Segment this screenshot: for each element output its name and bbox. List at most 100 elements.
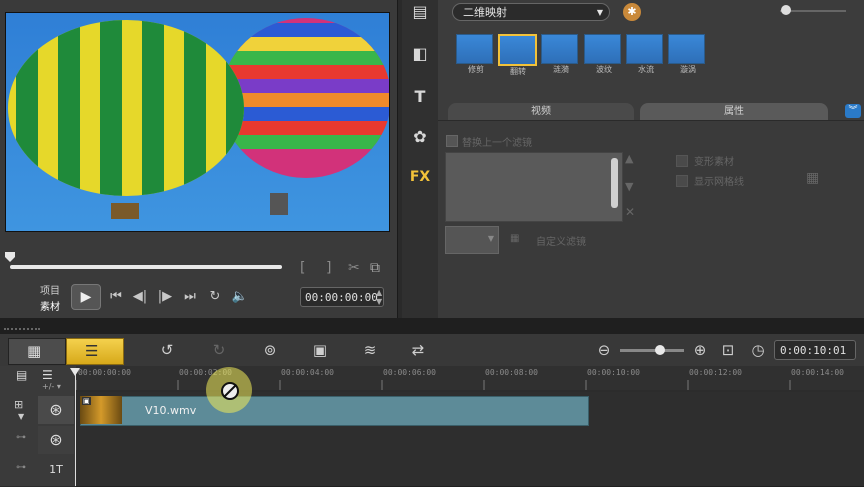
end-icon: ⏭ [184, 289, 196, 304]
filter-list-scrollbar[interactable] [611, 158, 618, 208]
ruler-tick-label: 00:00:10:00 [587, 368, 640, 377]
filter-thumb-5[interactable] [668, 34, 705, 64]
play-button[interactable]: ▶ [71, 284, 101, 310]
tab-attributes[interactable]: 属性 [640, 103, 828, 120]
sound-mixer-button[interactable]: ▣ [308, 338, 332, 362]
applied-filter-list[interactable] [445, 152, 623, 222]
motion-track-icon: ⇄ [411, 341, 425, 359]
next-frame-button[interactable]: |▶ [155, 287, 175, 307]
thumbnail-size-knob[interactable] [781, 5, 791, 15]
clip-mode-label[interactable]: 素材 [40, 298, 60, 313]
redo-button[interactable]: ↻ [207, 338, 231, 362]
mixer-icon: ▣ [312, 341, 328, 359]
timeline-view-button[interactable]: ☰ [66, 338, 124, 365]
chapter-point-icon[interactable]: ☰ [42, 368, 53, 382]
overlay-track[interactable] [76, 426, 864, 455]
filter-thumb-label: 修剪 [468, 65, 484, 74]
track-manager-icon[interactable]: ▤ [16, 368, 27, 382]
zoom-out-button[interactable]: ⊖ [592, 338, 616, 362]
enlarge-icon[interactable]: ⧉ [370, 260, 380, 276]
lock-icon[interactable]: ⊶ [16, 432, 26, 443]
fit-project-button[interactable]: ⊡ [716, 338, 740, 362]
filter-thumb-label: 水流 [638, 65, 654, 74]
record-capture-button[interactable]: ⊚ [258, 338, 282, 362]
play-icon: ▶ [80, 289, 92, 305]
video-track-toggle[interactable]: ⊞ [14, 398, 23, 411]
preview-timecode[interactable]: 00:00:00:00 [300, 287, 384, 307]
timeline-timecode[interactable]: 0:00:10:01 [774, 340, 856, 360]
cut-clip-icon[interactable]: ✂ [348, 260, 360, 276]
volume-button[interactable]: 🔈 [230, 287, 250, 307]
auto-music-button[interactable]: ≋ [358, 338, 382, 362]
undo-icon: ↺ [160, 341, 174, 359]
timecode-stepper[interactable]: ▲ ▼ [376, 288, 382, 306]
preview-frame-image [6, 13, 389, 231]
title-track[interactable] [76, 454, 864, 487]
playhead-handle[interactable] [70, 368, 80, 376]
ruler-tick-label: 00:00:14:00 [791, 368, 844, 377]
time-ruler[interactable]: 00:00:00:00 00:00:02:00 00:00:04:00 00:0… [76, 366, 864, 390]
preset-select[interactable]: ▼ [445, 226, 499, 254]
video-track-expand[interactable]: ▼ [18, 412, 24, 421]
volume-icon: 🔈 [231, 289, 249, 304]
storyboard-view-button[interactable]: ▦ [8, 338, 66, 365]
repeat-icon: ↻ [209, 289, 221, 304]
preview-timecode-text: 00:00:00:00 [305, 291, 378, 304]
option-tabs: 视频 属性 [448, 103, 830, 120]
transition-icon[interactable]: ◧ [408, 42, 432, 66]
clip-type-icon: ▣ [82, 397, 91, 405]
no-drop-cursor-icon [221, 382, 239, 400]
project-duration-button[interactable]: ◷ [746, 338, 770, 362]
panel-splitter[interactable] [0, 318, 864, 334]
mark-out-button[interactable]: ] [326, 260, 331, 276]
move-up-icon[interactable]: ▲ [625, 152, 633, 165]
filter-category-select[interactable]: 二维映射 ▼ [452, 3, 610, 21]
add-remove-marker[interactable]: +/- ▾ [42, 382, 61, 391]
filter-thumb-label: 波纹 [596, 65, 612, 74]
end-button[interactable]: ⏭ [180, 287, 200, 307]
mark-in-button[interactable]: [ [300, 260, 305, 276]
fx-filter-icon[interactable]: FX [408, 165, 432, 189]
undo-button[interactable]: ↺ [155, 338, 179, 362]
replace-last-checkbox[interactable] [446, 135, 458, 147]
remove-filter-icon[interactable]: ✕ [625, 205, 635, 219]
custom-filter-label[interactable]: 自定义滤镜 [536, 233, 586, 248]
filter-thumb-1[interactable] [498, 34, 537, 66]
options-icon[interactable]: ✱ [623, 3, 641, 21]
filter-thumb-4[interactable] [626, 34, 663, 64]
filter-category-value: 二维映射 [463, 6, 507, 19]
lock-icon[interactable]: ⊶ [16, 462, 26, 473]
playhead[interactable] [75, 370, 76, 486]
show-grid-checkbox[interactable] [676, 175, 688, 187]
title-track-icon: 1T [38, 456, 74, 484]
filter-thumb-2[interactable] [541, 34, 578, 64]
scrub-bar[interactable] [10, 265, 282, 269]
move-down-icon[interactable]: ▼ [625, 180, 633, 193]
motion-track-button[interactable]: ⇄ [406, 338, 430, 362]
zoom-slider[interactable] [620, 349, 684, 352]
project-mode-label[interactable]: 项目 [40, 282, 60, 297]
home-button[interactable]: ⏮ [106, 287, 126, 307]
filter-thumb-3[interactable] [584, 34, 621, 64]
tab-video[interactable]: 视频 [448, 103, 634, 120]
custom-filter-icon[interactable]: ▦ [510, 233, 519, 244]
prev-frame-button[interactable]: ◀| [130, 287, 150, 307]
filter-thumb-label: 翻转 [510, 67, 526, 76]
clock-icon: ◷ [751, 341, 765, 359]
media-library-icon[interactable]: ▤ [408, 0, 432, 24]
filter-thumb-label: 涟漪 [553, 65, 569, 74]
timeline-timecode-text: 0:00:10:01 [780, 344, 847, 357]
splitter-grip [4, 328, 40, 332]
show-grid-label: 显示网格线 [694, 177, 744, 188]
chevron-down-icon: ▼ [487, 234, 494, 243]
filter-thumb-0[interactable] [456, 34, 493, 64]
title-icon[interactable]: T [408, 85, 432, 109]
grid-options-icon[interactable]: ▦ [806, 170, 819, 186]
deform-clip-checkbox[interactable] [676, 155, 688, 167]
zoom-in-button[interactable]: ⊕ [688, 338, 712, 362]
collapse-chevron-icon[interactable]: ︾ [845, 104, 861, 118]
zoom-slider-knob[interactable] [655, 345, 665, 355]
record-icon: ⊚ [263, 341, 277, 359]
repeat-button[interactable]: ↻ [205, 287, 225, 307]
graphics-icon[interactable]: ✿ [408, 125, 432, 149]
